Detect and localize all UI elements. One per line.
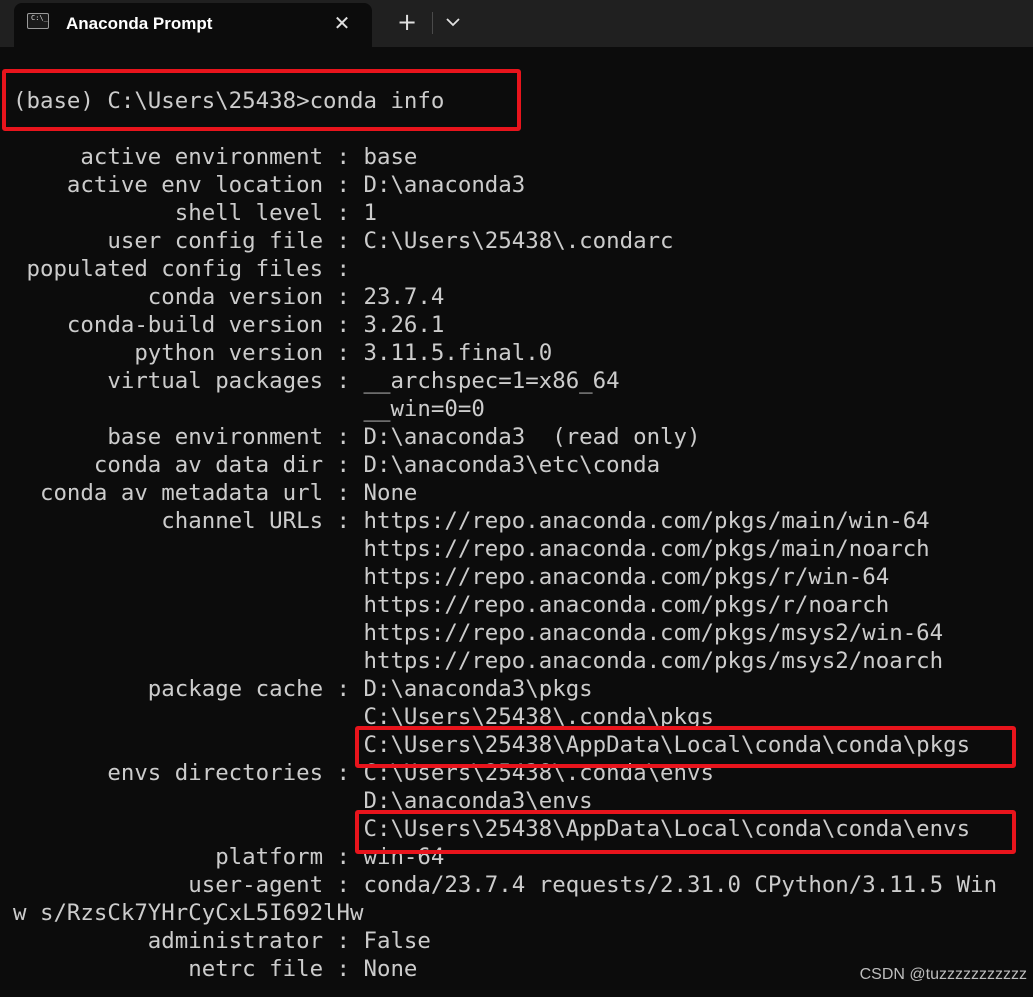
tab-anaconda-prompt[interactable]: C:\_ Anaconda Prompt ✕ bbox=[14, 3, 372, 47]
output-line: user-agent : conda/23.7.4 requests/2.31.… bbox=[13, 872, 998, 898]
output-line: conda-build version : 3.26.1 bbox=[13, 312, 445, 338]
highlight-box-envs bbox=[355, 810, 1016, 854]
output-line: https://repo.anaconda.com/pkgs/msys2/noa… bbox=[13, 648, 944, 674]
output-line: python version : 3.11.5.final.0 bbox=[13, 340, 553, 366]
output-line: https://repo.anaconda.com/pkgs/main/noar… bbox=[13, 536, 930, 562]
chevron-down-icon[interactable] bbox=[444, 12, 462, 32]
output-line: channel URLs : https://repo.anaconda.com… bbox=[13, 508, 930, 534]
tab-divider bbox=[432, 12, 433, 34]
output-line: conda av data dir : D:\anaconda3\etc\con… bbox=[13, 452, 661, 478]
output-line: netrc file : None bbox=[13, 956, 418, 982]
output-line: user config file : C:\Users\25438\.conda… bbox=[13, 228, 674, 254]
output-line: package cache : D:\anaconda3\pkgs bbox=[13, 676, 593, 702]
title-bar: C:\_ Anaconda Prompt ✕ + bbox=[0, 0, 1033, 47]
terminal-output[interactable]: (base) C:\Users\25438>conda info active … bbox=[0, 47, 1033, 997]
output-line: conda av metadata url : None bbox=[13, 480, 418, 506]
output-line: conda version : 23.7.4 bbox=[13, 284, 445, 310]
plus-icon[interactable]: + bbox=[394, 9, 420, 35]
output-line: populated config files : bbox=[13, 256, 351, 282]
output-line: active env location : D:\anaconda3 bbox=[13, 172, 526, 198]
output-line: base environment : D:\anaconda3 (read on… bbox=[13, 424, 701, 450]
highlight-box-command bbox=[2, 69, 521, 131]
output-line: https://repo.anaconda.com/pkgs/msys2/win… bbox=[13, 620, 944, 646]
terminal-icon: C:\_ bbox=[27, 13, 49, 29]
output-line: shell level : 1 bbox=[13, 200, 377, 226]
output-line: active environment : base bbox=[13, 144, 418, 170]
terminal-icon-glyph: C:\_ bbox=[31, 14, 48, 22]
tab-title: Anaconda Prompt bbox=[66, 14, 213, 33]
close-icon[interactable]: ✕ bbox=[330, 11, 354, 35]
watermark: CSDN @tuzzzzzzzzzzz bbox=[859, 966, 1027, 983]
output-line: __win=0=0 bbox=[13, 396, 485, 422]
output-line: https://repo.anaconda.com/pkgs/r/noarch bbox=[13, 592, 890, 618]
output-line: administrator : False bbox=[13, 928, 431, 954]
output-line: w s/RzsCk7YHrCyCxL5I692lHw bbox=[13, 900, 364, 926]
highlight-box-pkgs bbox=[355, 726, 1016, 768]
output-line: https://repo.anaconda.com/pkgs/r/win-64 bbox=[13, 564, 890, 590]
output-line: virtual packages : __archspec=1=x86_64 bbox=[13, 368, 620, 394]
